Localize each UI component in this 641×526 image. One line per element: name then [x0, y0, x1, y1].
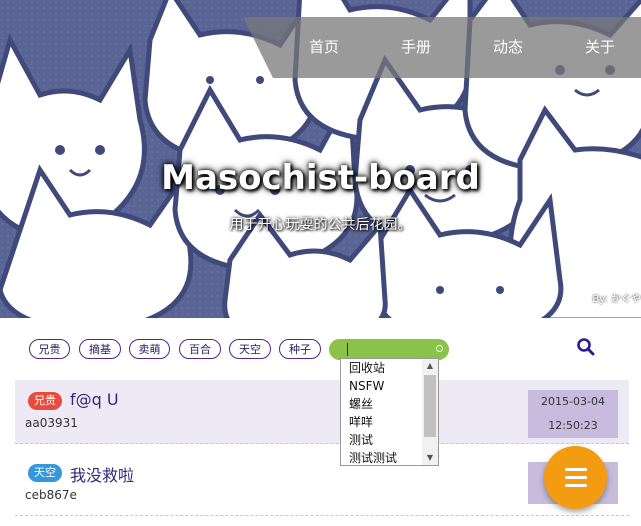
hero-banner: 首页 手册 动态 关于 Masochist-board 用于开心玩耍的公共后花园…	[0, 0, 641, 318]
post-category-badge[interactable]: 天空	[28, 464, 62, 482]
category-tag-bar: 兄贵 摘基 卖萌 百合 天空 种子	[0, 318, 641, 380]
post-author: ceb867e	[25, 488, 77, 502]
site-subtitle: 用于开心玩耍的公共后花园。	[229, 217, 412, 233]
search-icon[interactable]	[576, 337, 596, 357]
menu-fab-button[interactable]	[544, 446, 607, 509]
artist-credit: By: かぐや	[592, 294, 641, 305]
tag-baihe[interactable]: 百合	[179, 339, 221, 359]
top-nav: 首页 手册 动态 关于	[278, 17, 641, 78]
tag-input-indicator	[436, 345, 443, 352]
dropdown-option[interactable]: NSFW	[349, 377, 384, 395]
dropdown-option[interactable]: 螺丝	[349, 395, 373, 413]
nav-item-home[interactable]: 首页	[278, 17, 370, 78]
dropdown-option[interactable]: 咩咩	[349, 413, 373, 431]
text-cursor	[347, 343, 348, 356]
tag-xionggui[interactable]: 兄贵	[29, 339, 70, 359]
post-time: 12:50:23	[548, 419, 598, 432]
tag-tiankong[interactable]: 天空	[229, 339, 271, 359]
scroll-up-arrow-icon[interactable]: ▲	[425, 360, 435, 372]
dropdown-option[interactable]: 回收站	[349, 359, 385, 377]
scrollbar-thumb[interactable]	[424, 375, 436, 437]
menu-icon-bar	[565, 484, 587, 487]
nav-item-activity[interactable]: 动态	[462, 17, 554, 78]
tag-suggestion-dropdown[interactable]: 回收站 NSFW 螺丝 咩咩 测试 测试测试 ▲ ▼	[340, 358, 439, 466]
dropdown-scrollbar[interactable]: ▲ ▼	[422, 359, 438, 465]
post-item[interactable]: 天空 我没救啦 ceb867e	[15, 452, 629, 516]
dropdown-option[interactable]: 测试测试	[349, 449, 397, 465]
post-item[interactable]: 兄贵 f@q U aa03931 2015-03-04 12:50:23	[15, 380, 629, 444]
tag-zhongzi[interactable]: 种子	[279, 339, 321, 359]
nav-item-about[interactable]: 关于	[554, 17, 641, 78]
menu-icon-bar	[565, 476, 587, 479]
post-datetime: 2015-03-04 12:50:23	[528, 390, 618, 438]
post-title[interactable]: f@q U	[70, 390, 119, 409]
post-author: aa03931	[25, 416, 78, 430]
nav-item-manual[interactable]: 手册	[370, 17, 462, 78]
menu-icon	[565, 468, 587, 471]
dropdown-option[interactable]: 测试	[349, 431, 373, 449]
tag-maimeng[interactable]: 卖萌	[129, 339, 170, 359]
post-title[interactable]: 我没救啦	[70, 462, 134, 486]
tag-zhaiji[interactable]: 摘基	[79, 339, 121, 359]
site-title: Masochist-board	[161, 158, 480, 198]
tag-input[interactable]	[329, 339, 449, 360]
scroll-down-arrow-icon[interactable]: ▼	[425, 452, 435, 464]
post-date: 2015-03-04	[541, 395, 605, 408]
post-category-badge[interactable]: 兄贵	[28, 392, 62, 410]
